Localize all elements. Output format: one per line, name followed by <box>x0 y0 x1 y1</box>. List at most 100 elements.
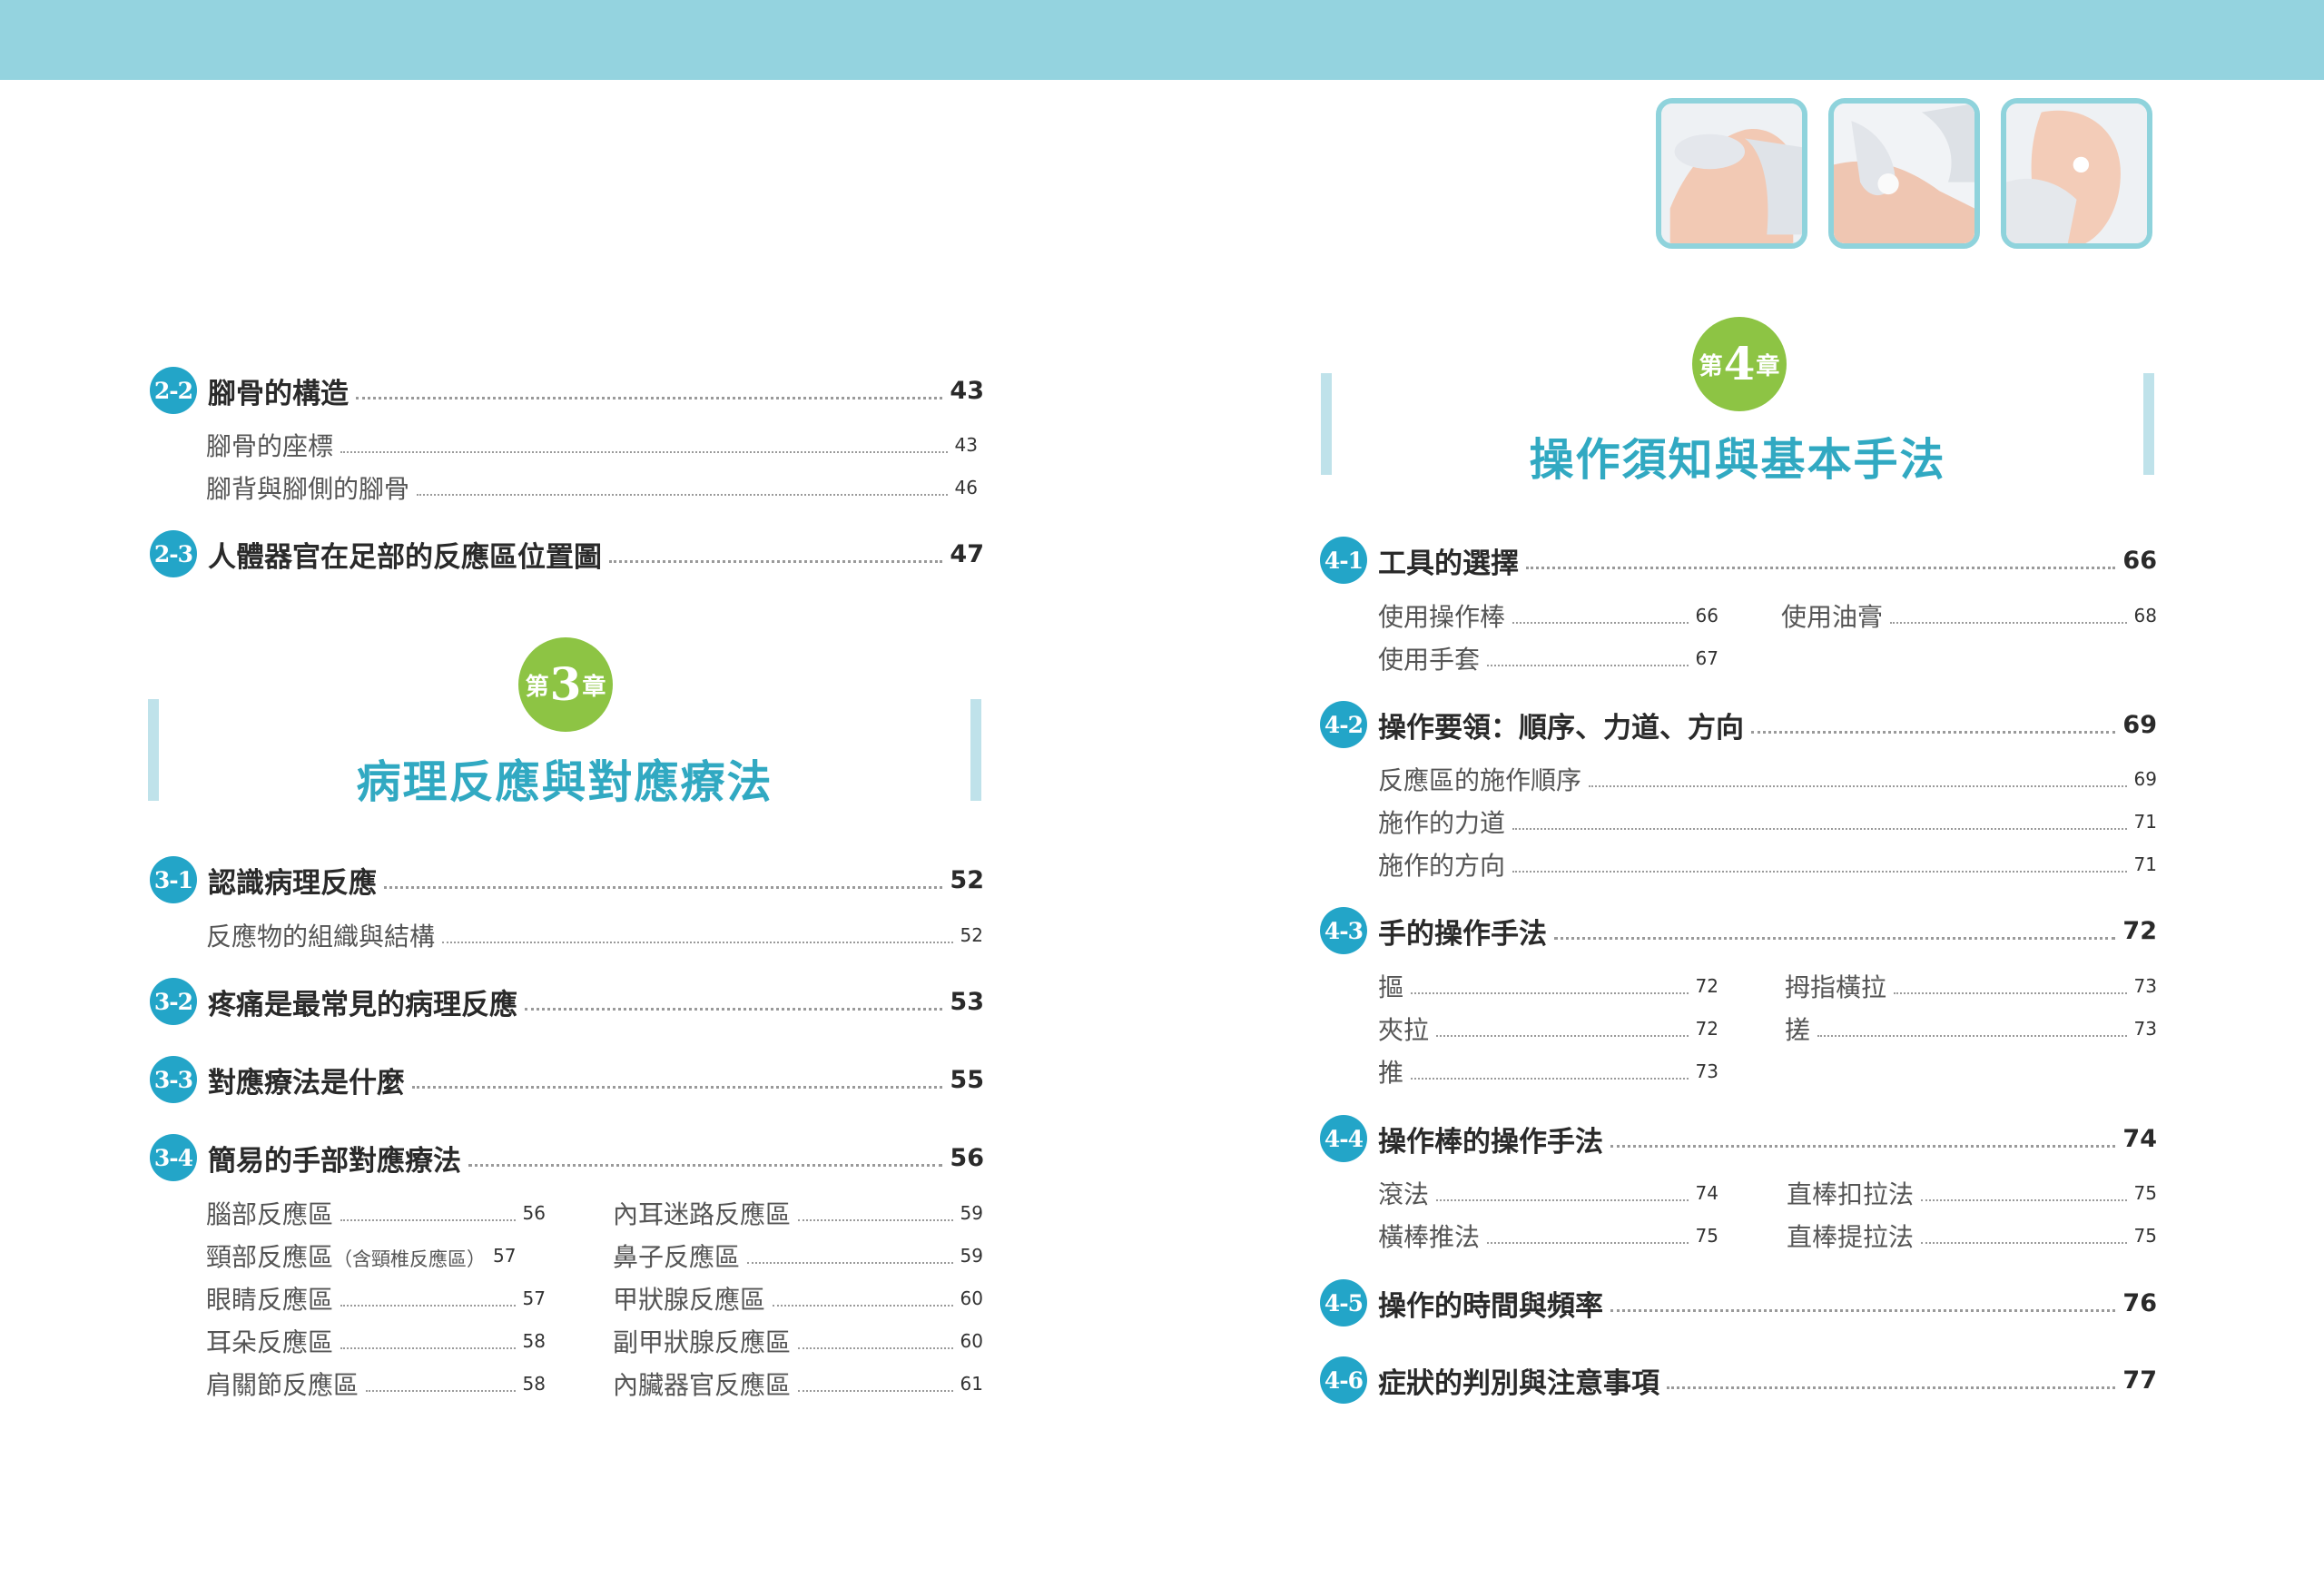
toc-section-3-4[interactable]: 3-4 簡易的手部對應療法 56 <box>150 1134 984 1181</box>
toc-section-3-3[interactable]: 3-3 對應療法是什麼 55 <box>150 1056 984 1103</box>
toc-section-4-4[interactable]: 4-4 操作棒的操作手法 74 <box>1320 1115 2157 1162</box>
section-number-badge: 4-2 <box>1320 701 1367 748</box>
toc-section-4-6[interactable]: 4-6 症狀的判別與注意事項 77 <box>1320 1356 2157 1404</box>
subentry-page: 57 <box>522 1287 546 1309</box>
toc-subentry[interactable]: 腳背與腳側的腳骨 46 <box>206 469 978 506</box>
toc-subentry[interactable]: 甲狀腺反應區 60 <box>613 1280 983 1317</box>
toc-subentry[interactable]: 夾拉 72 <box>1378 1011 1718 1047</box>
toc-subentry[interactable]: 搓 73 <box>1785 1011 2157 1047</box>
dot-leader <box>1751 730 2116 734</box>
page-number: 74 <box>2122 1124 2157 1153</box>
toc-subentry[interactable]: 眼睛反應區 57 <box>206 1280 546 1317</box>
toc-section-2-3[interactable]: 2-3 人體器官在足部的反應區位置圖 47 <box>150 530 984 577</box>
subentry-title: 摳 <box>1378 972 1404 1002</box>
dot-leader <box>340 451 948 453</box>
subentry-title: 直棒扣拉法 <box>1787 1179 1915 1209</box>
dot-leader <box>384 885 943 889</box>
toc-subentry[interactable]: 內耳迷路反應區 59 <box>613 1195 983 1231</box>
chapter-number: 4 <box>1723 337 1756 390</box>
dot-leader <box>1487 1242 1689 1244</box>
toc-subentry[interactable]: 內臟器官反應區 61 <box>613 1366 983 1402</box>
dot-leader <box>1512 871 2127 873</box>
dot-leader <box>525 1007 943 1011</box>
subentry-page: 57 <box>493 1245 517 1267</box>
subentry-page: 69 <box>2133 768 2157 790</box>
toc-subentry[interactable]: 反應區的施作順序 69 <box>1378 761 2157 797</box>
subentry-page: 73 <box>2133 1018 2157 1040</box>
section-number-badge: 3-4 <box>150 1134 197 1181</box>
chapter-3-badge: 第3章 <box>518 637 613 732</box>
section-number-badge: 4-3 <box>1320 907 1367 954</box>
chapter-prefix: 第 <box>525 673 549 701</box>
toc-subentry[interactable]: 推 73 <box>1378 1053 1718 1090</box>
subentry-title-text: 頸部反應區 <box>206 1242 334 1272</box>
chapter-side-bar-right <box>2143 373 2154 475</box>
subentry-title: 眼睛反應區 <box>206 1285 334 1315</box>
subentry-page: 46 <box>954 477 978 498</box>
dot-leader <box>1890 622 2127 624</box>
toc-subentry[interactable]: 鼻子反應區 59 <box>613 1238 983 1274</box>
subentry-title: 反應區的施作順序 <box>1378 765 1582 795</box>
subentry-note: （含頸椎反應區） <box>333 1248 487 1270</box>
subentry-page: 71 <box>2133 811 2157 833</box>
subentry-title: 施作的方向 <box>1378 851 1506 881</box>
toc-subentry[interactable]: 直棒提拉法 75 <box>1787 1218 2157 1254</box>
toc-subentry[interactable]: 使用操作棒 66 <box>1378 597 1718 634</box>
subentry-title: 夾拉 <box>1378 1015 1430 1045</box>
chapter-3-title: 病理反應與對應療法 <box>356 756 773 808</box>
subentry-page: 61 <box>960 1373 983 1395</box>
toc-section-3-2[interactable]: 3-2 疼痛是最常見的病理反應 53 <box>150 978 984 1025</box>
subentry-page: 73 <box>1695 1060 1718 1082</box>
dot-leader <box>798 1347 953 1349</box>
toc-section-4-5[interactable]: 4-5 操作的時間與頻率 76 <box>1320 1279 2157 1327</box>
dot-leader <box>1610 1308 2116 1312</box>
subentry-title: 頸部反應區（含頸椎反應區） <box>206 1238 486 1274</box>
page-number: 53 <box>950 987 984 1016</box>
toc-section-4-3[interactable]: 4-3 手的操作手法 72 <box>1320 907 2157 954</box>
toc-subentry[interactable]: 施作的力道 71 <box>1378 804 2157 840</box>
chapter-suffix: 章 <box>582 673 606 701</box>
dot-leader <box>468 1163 943 1167</box>
subentry-page: 68 <box>2133 605 2157 626</box>
section-number-badge: 3-1 <box>150 856 197 903</box>
subentry-title: 腳骨的座標 <box>206 431 334 461</box>
subentry-title: 使用油膏 <box>1781 602 1884 632</box>
toc-subentry[interactable]: 肩關節反應區 58 <box>206 1366 546 1402</box>
toc-section-4-1[interactable]: 4-1 工具的選擇 66 <box>1320 537 2157 584</box>
toc-subentry[interactable]: 橫棒推法 75 <box>1378 1218 1718 1254</box>
toc-section-2-2[interactable]: 2-2 腳骨的構造 43 <box>150 367 984 414</box>
toc-subentry[interactable]: 耳朵反應區 58 <box>206 1323 546 1359</box>
subentry-title: 滾法 <box>1378 1179 1430 1209</box>
subentry-page: 43 <box>954 434 978 456</box>
subentry-title: 內臟器官反應區 <box>613 1370 792 1400</box>
dot-leader <box>798 1390 953 1392</box>
toc-subentry[interactable]: 滾法 74 <box>1378 1175 1718 1211</box>
toc-section-3-1[interactable]: 3-1 認識病理反應 52 <box>150 856 984 903</box>
subentry-title: 腳背與腳側的腳骨 <box>206 474 410 504</box>
toc-subentry[interactable]: 直棒扣拉法 75 <box>1787 1175 2157 1211</box>
dot-leader <box>366 1390 516 1392</box>
section-title: 人體器官在足部的反應區位置圖 <box>208 540 602 574</box>
dot-leader <box>1894 992 2127 994</box>
subentry-title: 直棒提拉法 <box>1787 1222 1915 1252</box>
toc-subentry[interactable]: 頸部反應區（含頸椎反應區） 57 <box>206 1238 546 1274</box>
toc-subentry[interactable]: 副甲狀腺反應區 60 <box>613 1323 983 1359</box>
section-title: 症狀的判別與注意事項 <box>1378 1366 1659 1400</box>
section-number-badge: 4-5 <box>1320 1279 1367 1327</box>
toc-subentry[interactable]: 使用手套 67 <box>1378 640 1718 676</box>
toc-subentry[interactable]: 拇指橫拉 73 <box>1785 968 2157 1004</box>
subentry-title: 使用手套 <box>1378 645 1481 675</box>
subentry-title: 施作的力道 <box>1378 808 1506 838</box>
subentry-page: 59 <box>960 1202 983 1224</box>
toc-subentry[interactable]: 腦部反應區 56 <box>206 1195 546 1231</box>
toc-section-4-2[interactable]: 4-2 操作要領：順序、力道、方向 69 <box>1320 701 2157 748</box>
chapter-side-bar-right <box>970 699 981 801</box>
toc-subentry[interactable]: 反應物的組織與結構 52 <box>206 917 983 953</box>
toc-subentry[interactable]: 使用油膏 68 <box>1781 597 2157 634</box>
dot-leader <box>442 942 953 943</box>
toc-subentry[interactable]: 摳 72 <box>1378 968 1718 1004</box>
toc-subentry[interactable]: 施作的方向 71 <box>1378 846 2157 883</box>
toc-subentry[interactable]: 腳骨的座標 43 <box>206 427 978 463</box>
section-title: 腳骨的構造 <box>208 377 349 410</box>
section-title: 工具的選擇 <box>1378 547 1519 580</box>
